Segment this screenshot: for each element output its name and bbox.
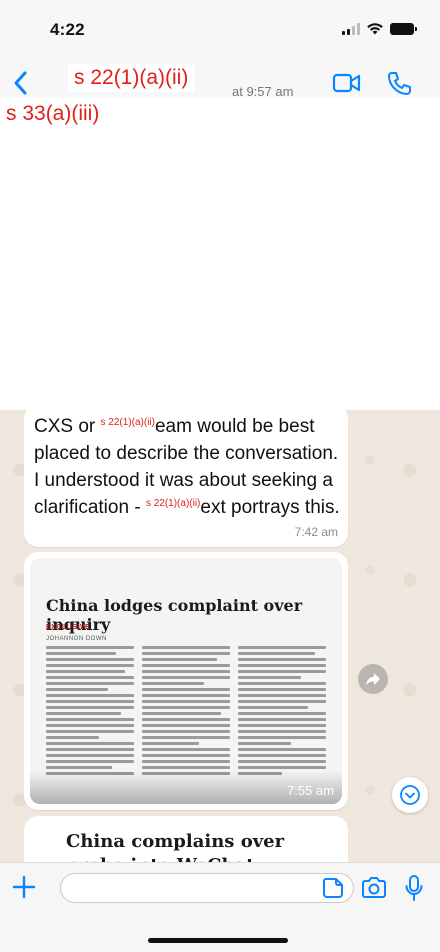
forward-button[interactable] <box>358 664 388 694</box>
video-camera-icon[interactable] <box>332 72 362 94</box>
status-time: 4:22 <box>50 20 85 39</box>
message-bubble-image[interactable]: China lodges complaint over inquiry EXCL… <box>24 552 348 810</box>
message-input[interactable] <box>60 873 354 903</box>
message-timestamp: 7:55 am <box>287 783 334 798</box>
back-chevron-icon[interactable] <box>12 70 28 96</box>
battery-icon <box>390 22 417 35</box>
redaction-label: s 33(a)(iii) <box>6 102 100 125</box>
redacted-region: s 33(a)(iii) <box>0 98 440 410</box>
camera-icon[interactable] <box>360 876 388 900</box>
inline-redaction-label: s 22(1)(a)(ii) <box>100 416 155 428</box>
clipping-column <box>238 646 326 782</box>
message-text-part: ext portrays this. <box>200 497 340 518</box>
inline-redaction-label: s 22(1)(a)(ii) <box>145 497 201 509</box>
clipping-byline: JOHANNON DOWN <box>46 636 107 642</box>
home-indicator <box>148 938 288 943</box>
microphone-icon[interactable] <box>404 874 424 902</box>
last-seen-status: at 9:57 am <box>232 84 294 99</box>
message-text: CXS or s 22(1)(a)(ii)eam would be best p… <box>34 413 344 521</box>
sticker-icon[interactable] <box>322 877 344 899</box>
message-bubble-text[interactable]: CXS or s 22(1)(a)(ii)eam would be best p… <box>24 405 348 547</box>
message-text-part: CXS or <box>34 416 101 437</box>
clipping-kicker: EXCLUSIVE <box>46 624 91 631</box>
forward-icon <box>366 673 380 686</box>
plus-icon[interactable] <box>10 873 38 901</box>
clipping-column <box>46 646 134 782</box>
contact-name[interactable]: s 22(1)(a)(ii) <box>68 64 195 92</box>
cellular-signal-icon <box>342 22 360 35</box>
chevron-down-icon <box>400 785 420 805</box>
newspaper-clipping-image[interactable]: China lodges complaint over inquiry EXCL… <box>30 558 342 804</box>
wifi-icon <box>367 23 383 35</box>
message-timestamp: 7:42 am <box>294 525 338 539</box>
scroll-to-bottom-button[interactable] <box>392 777 428 813</box>
clipping-column <box>142 646 230 782</box>
status-icons <box>342 22 417 35</box>
phone-icon[interactable] <box>386 70 412 96</box>
status-bar: 4:22 <box>0 0 440 62</box>
message-text-part: eam would be best <box>154 416 315 437</box>
